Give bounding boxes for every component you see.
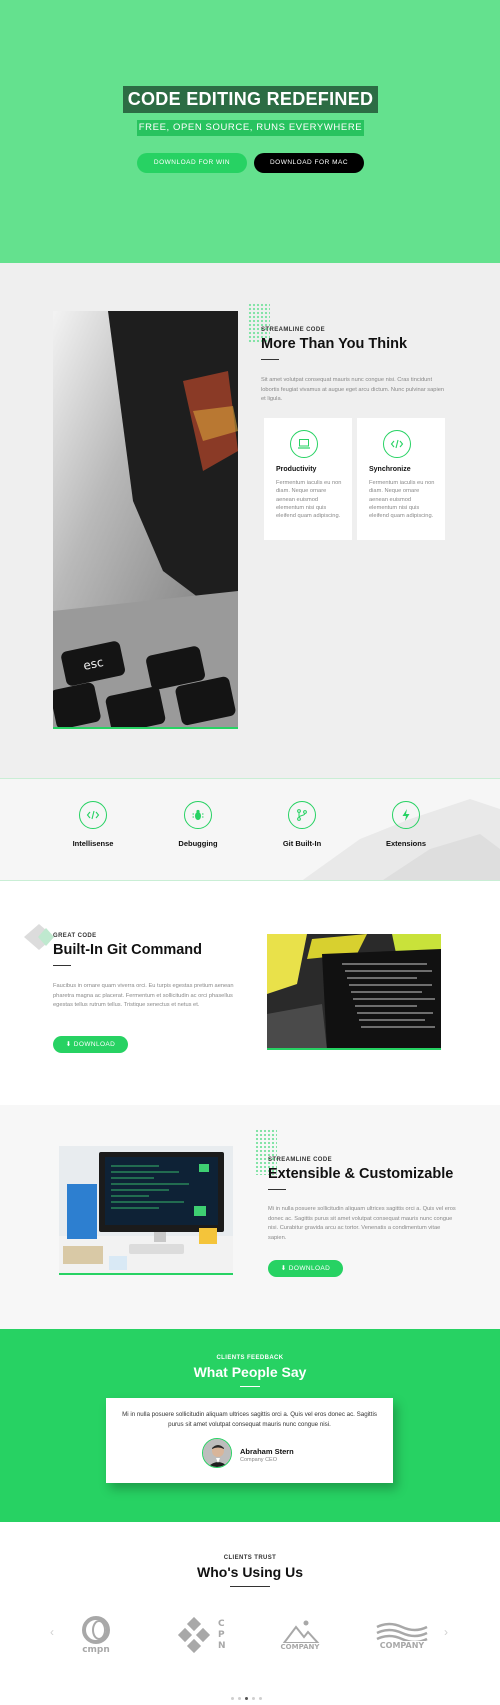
carousel-prev-button[interactable]: ‹ [50,1625,54,1639]
code-icon [79,801,107,829]
card-title: Productivity [276,466,317,473]
client-logo-label: cmpn [82,1645,110,1655]
client-logo-label: COMPANY [280,1643,320,1651]
section-title: Extensible & Customizable [268,1166,454,1182]
client-logo-company-wave: COMPANY [371,1610,433,1660]
card-title: Synchronize [369,466,411,473]
carousel-dot[interactable] [259,1697,262,1700]
feature-label: Intellisense [72,839,114,848]
feature-label: Extensions [385,839,426,848]
eyebrow-label: CLIENTS TRUST [223,1555,277,1561]
hero-title: CODE EDITING REDEFINED [123,86,378,113]
terminal-screen-image [267,934,441,1050]
testimonial-name: Abraham Stern [240,1447,294,1456]
card-text: Fermentum iaculis eu non diam. Neque orn… [276,480,342,520]
download-button[interactable]: ⬇ DOWNLOAD [53,1036,128,1053]
section-paragraph: Sit amet volutpat consequat mauris nunc … [261,377,445,402]
feature-card-synchronize: Synchronize Fermentum iaculis eu non dia… [357,418,445,540]
carousel-dot[interactable] [231,1697,234,1700]
download-mac-button[interactable]: DOWNLOAD FOR MAC [254,153,364,173]
feature-intellisense: Intellisense [53,801,133,848]
download-button-label: DOWNLOAD [73,1041,116,1048]
title-underline [268,1189,286,1190]
client-logo-company-mountain: COMPANY [276,1610,324,1660]
git-branch-icon [288,801,316,829]
bug-icon [184,801,212,829]
carousel-pagination [231,1697,271,1701]
laptop-keyboard-image: esc [53,311,238,729]
testimonial-quote: Mi in nulla posuere sollicitudin aliquam… [122,1411,377,1428]
feature-extensions: Extensions [366,801,446,848]
cmpn-logo-icon [82,1616,110,1644]
download-icon: ⬇ [280,1265,289,1272]
features-strip: Intellisense Debugging Git Built-In Exte… [0,778,500,881]
feature-card-productivity: Productivity Fermentum iaculis eu non di… [264,418,352,540]
carousel-next-button[interactable]: › [444,1625,448,1639]
feature-label: Git Built-In [282,839,322,848]
section-paragraph: Mi in nulla posuere sollicitudin aliquam… [268,1206,456,1241]
download-button[interactable]: ⬇ DOWNLOAD [268,1260,343,1277]
bolt-icon [392,801,420,829]
carousel-dot[interactable] [238,1697,241,1700]
client-logo-label: COMPANY [379,1640,425,1650]
carousel-dot-active[interactable] [245,1697,248,1700]
download-icon: ⬇ [65,1041,74,1048]
desk-computer-image [59,1146,233,1275]
client-logo-cmpn: cmpn [76,1610,116,1660]
client-logo-label: CPN [218,1618,226,1651]
carousel-dot[interactable] [252,1697,255,1700]
wave-logo-icon [376,1622,428,1641]
eyebrow-label: STREAMLINE CODE [261,327,326,333]
card-text: Fermentum iaculis eu non diam. Neque orn… [369,480,435,520]
section-title: What People Say [193,1364,307,1380]
eyebrow-label: STREAMLINE CODE [268,1157,333,1163]
download-win-button[interactable]: DOWNLOAD FOR WIN [137,153,247,173]
feature-git-built-in: Git Built-In [262,801,342,848]
laptop-icon [290,430,318,458]
client-logo-cpn: CPN [173,1610,229,1660]
download-button-label: DOWNLOAD [288,1265,331,1272]
feature-label: Debugging [178,839,218,848]
section-paragraph: Faucibus in ornare quam viverra orci. Eu… [53,983,234,1008]
title-underline [53,965,71,966]
section-title: Who's Using Us [197,1564,303,1580]
title-underline [240,1386,260,1387]
testimonial-role: Company CEO [240,1457,277,1463]
feature-debugging: Debugging [158,801,238,848]
hero-subtitle: FREE, OPEN SOURCE, RUNS EVERYWHERE [137,120,364,136]
mountain-logo-icon [282,1620,320,1643]
title-underline [230,1586,270,1587]
section-title: More Than You Think [261,336,408,352]
code-icon [383,430,411,458]
testimonial-card: Mi in nulla posuere sollicitudin aliquam… [106,1398,393,1483]
eyebrow-label: GREAT CODE [53,933,97,939]
avatar [202,1438,232,1468]
eyebrow-label: CLIENTS FEEDBACK [216,1355,284,1361]
cpn-logo-icon [177,1617,211,1653]
decorative-diamond-pattern [24,924,54,950]
section-title: Built-In Git Command [53,942,203,958]
title-underline [261,359,279,360]
